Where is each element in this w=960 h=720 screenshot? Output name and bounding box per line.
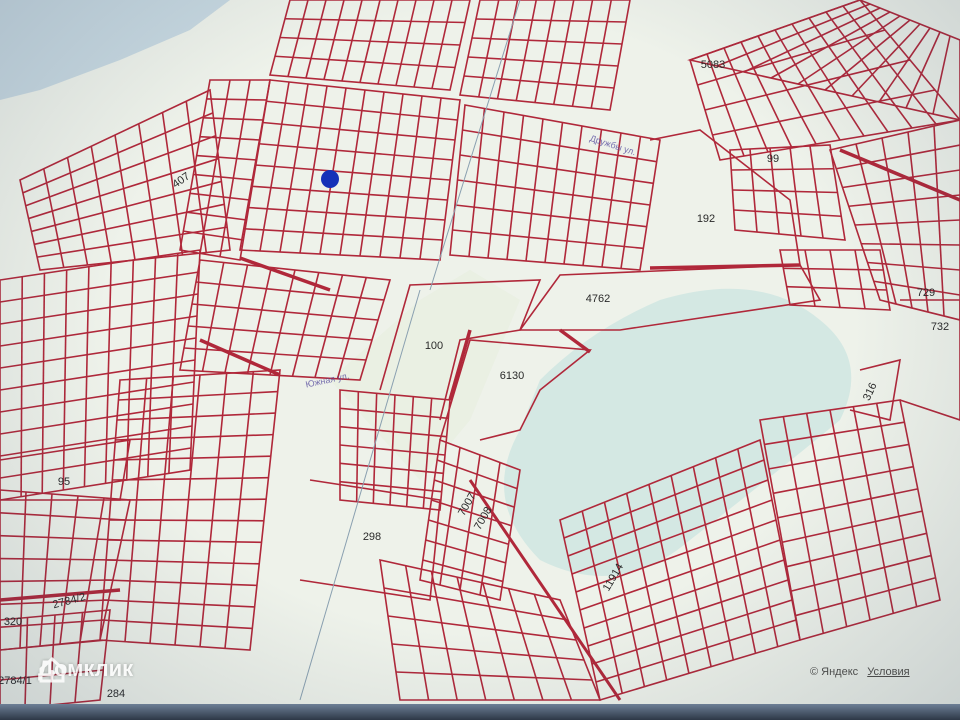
parcel-number-p99: 99 bbox=[767, 153, 779, 165]
parcel-number-p5083: 5083 bbox=[701, 59, 725, 71]
parcel-line bbox=[110, 498, 267, 501]
parcel-number-p2784_1: 2784/1 bbox=[0, 675, 32, 687]
terms-link[interactable]: Условия bbox=[867, 666, 909, 678]
parcel-number-p4762: 4762 bbox=[586, 293, 610, 305]
parcel-number-p95: 95 bbox=[58, 476, 70, 488]
parcel-number-p298: 298 bbox=[363, 531, 381, 543]
parcel-line bbox=[206, 98, 267, 101]
map-attribution: © Яндекс Условия bbox=[810, 666, 910, 678]
location-dot-icon[interactable] bbox=[321, 170, 339, 188]
parcel-number-p284: 284 bbox=[107, 688, 125, 700]
parcel-number-p729: 729 bbox=[917, 287, 935, 299]
parcel-number-p100: 100 bbox=[425, 340, 443, 352]
house-icon bbox=[39, 656, 65, 683]
parcel-number-p192: 192 bbox=[697, 213, 715, 225]
parcel-number-p6130: 6130 bbox=[500, 370, 524, 382]
parcel-number-p732: 732 bbox=[931, 321, 949, 333]
parcel-line bbox=[109, 519, 264, 522]
provider-credit: © Яндекс bbox=[810, 666, 859, 678]
parcel-number-p320: 320 bbox=[4, 616, 22, 628]
cadastral-map[interactable]: 5083 99 192 407 4762 100 6130 729 732 316 95 298 700… bbox=[0, 0, 960, 720]
monitor-bezel bbox=[0, 704, 960, 720]
domclick-logo: Домклик bbox=[38, 656, 133, 683]
map-canvas[interactable]: 5083991924074762100613072973231695298700… bbox=[0, 0, 960, 720]
